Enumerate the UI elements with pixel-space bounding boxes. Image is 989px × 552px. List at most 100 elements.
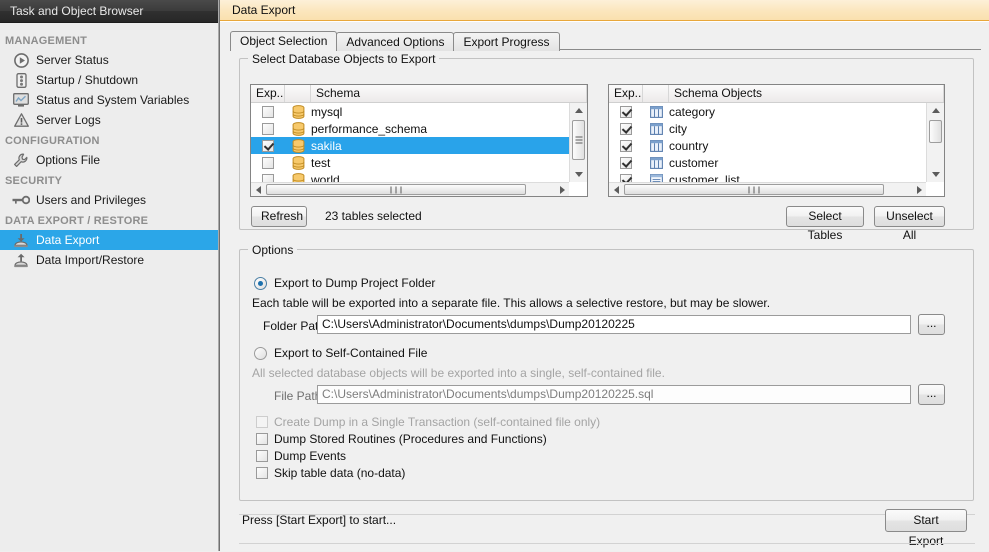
select-tables-button[interactable]: Select Tables [786,206,864,242]
database-icon [285,104,311,119]
scroll-up-button[interactable] [927,103,944,118]
object-name: customer [669,155,719,170]
unselect-all-button[interactable]: Unselect All [874,206,945,242]
row-checkbox[interactable] [609,139,643,152]
database-icon [285,155,311,170]
table-row[interactable]: world [251,171,569,182]
sidebar-item-server-status[interactable]: Server Status [0,50,218,70]
scroll-thumb[interactable] [624,184,884,195]
schema-list[interactable]: Exp... Schema mysql performance_schema s… [250,84,588,197]
scroll-down-button[interactable] [927,167,944,182]
row-checkbox[interactable] [609,122,643,135]
export-dump-folder-radio[interactable] [254,276,267,290]
dump-stored-routines-checkbox[interactable] [256,433,268,445]
options-group-title: Options [248,243,298,257]
objects-col-icon [643,85,669,102]
table-row[interactable]: sakila [251,137,569,154]
scroll-left-button[interactable] [609,183,623,196]
sidebar-item-label: Status and System Variables [36,93,190,107]
scroll-down-button[interactable] [570,167,587,182]
sidebar-group-security: SECURITY [5,175,63,187]
sidebar-header: Task and Object Browser [0,0,218,23]
sidebar-item-options-file[interactable]: Options File [0,150,218,170]
single-transaction-checkbox-row: Create Dump in a Single Transaction (sel… [256,415,600,429]
row-checkbox[interactable] [251,105,285,118]
objects-col-export: Exp... [609,85,643,102]
schema-list-rows: mysql performance_schema sakila test wor… [251,103,569,182]
file-path-input[interactable]: C:\Users\Administrator\Documents\dumps\D… [317,385,911,404]
skip-table-data-checkbox-row[interactable]: Skip table data (no-data) [256,466,405,480]
table-row[interactable]: customer_list [609,171,926,182]
folder-path-browse-button[interactable]: ... [918,314,945,335]
table-row[interactable]: performance_schema [251,120,569,137]
row-checkbox[interactable] [251,122,285,135]
folder-path-input[interactable]: C:\Users\Administrator\Documents\dumps\D… [317,315,911,334]
schema-col-schema: Schema [311,85,587,102]
footer-divider-bottom [239,543,975,544]
schema-list-vscrollbar[interactable] [569,103,587,182]
start-export-button[interactable]: Start Export [885,509,967,548]
scroll-thumb[interactable] [266,184,526,195]
tab-object-selection[interactable]: Object Selection [230,31,338,52]
export-self-contained-radio-row[interactable]: Export to Self-Contained File [254,346,427,360]
refresh-button[interactable]: Refresh [251,206,307,227]
table-row[interactable]: country [609,137,926,154]
table-row[interactable]: category [609,103,926,120]
scroll-thumb[interactable] [929,120,942,143]
sidebar-item-data-export[interactable]: Data Export [0,230,218,250]
row-checkbox[interactable] [251,156,285,169]
sidebar-body: MANAGEMENT Server Status Startup / Shutd… [0,23,218,270]
table-row[interactable]: customer [609,154,926,171]
server-stack-icon [11,72,31,88]
sidebar-item-startup-shutdown[interactable]: Startup / Shutdown [0,70,218,90]
row-checkbox[interactable] [609,105,643,118]
objects-list-header: Exp... Schema Objects [609,85,944,103]
object-name: city [669,121,687,136]
view-icon [643,173,669,182]
dump-events-checkbox-row[interactable]: Dump Events [256,449,346,463]
sidebar-item-users-privileges[interactable]: Users and Privileges [0,190,218,210]
key-icon [11,192,31,208]
scroll-right-button[interactable] [555,183,569,196]
file-path-label: File Path [274,389,322,403]
sidebar-item-server-logs[interactable]: Server Logs [0,110,218,130]
skip-table-data-checkbox[interactable] [256,467,268,479]
scroll-up-button[interactable] [570,103,587,118]
row-checkbox[interactable] [251,173,285,182]
table-row[interactable]: test [251,154,569,171]
tab-export-progress[interactable]: Export Progress [453,32,560,51]
dump-events-checkbox[interactable] [256,450,268,462]
database-icon [285,138,311,153]
schema-objects-list[interactable]: Exp... Schema Objects category city coun… [608,84,945,197]
schema-list-hscrollbar[interactable] [251,182,569,196]
database-icon [285,121,311,136]
sidebar-group-configuration: CONFIGURATION [5,135,100,147]
row-checkbox[interactable] [609,156,643,169]
objects-list-vscrollbar[interactable] [926,103,944,182]
objects-list-hscrollbar[interactable] [609,182,926,196]
table-row[interactable]: mysql [251,103,569,120]
scroll-right-button[interactable] [912,183,926,196]
mysql-workbench-window: Task and Object Browser MANAGEMENT Serve… [0,0,989,551]
data-export-panel: Data Export Object Selection Advanced Opt… [219,0,989,551]
sidebar-item-data-import-restore[interactable]: Data Import/Restore [0,250,218,270]
export-self-contained-radio[interactable] [254,346,267,360]
row-checkbox[interactable] [251,139,285,152]
sidebar-item-status-variables[interactable]: Status and System Variables [0,90,218,110]
warning-triangle-icon [11,112,31,128]
import-arrow-up-icon [11,252,31,268]
monitor-chart-icon [11,92,31,108]
scroll-left-button[interactable] [251,183,265,196]
row-checkbox[interactable] [609,173,643,182]
tab-advanced-options[interactable]: Advanced Options [336,32,455,51]
export-dump-folder-label: Export to Dump Project Folder [274,276,436,290]
file-path-browse-button[interactable]: ... [918,384,945,405]
sidebar-item-label: Users and Privileges [36,193,147,207]
scroll-thumb[interactable] [572,120,585,160]
wrench-icon [11,152,31,168]
export-dump-folder-radio-row[interactable]: Export to Dump Project Folder [254,276,435,290]
table-icon [643,105,669,118]
table-row[interactable]: city [609,120,926,137]
sidebar-item-label: Data Export [36,233,100,247]
dump-stored-routines-checkbox-row[interactable]: Dump Stored Routines (Procedures and Fun… [256,432,547,446]
